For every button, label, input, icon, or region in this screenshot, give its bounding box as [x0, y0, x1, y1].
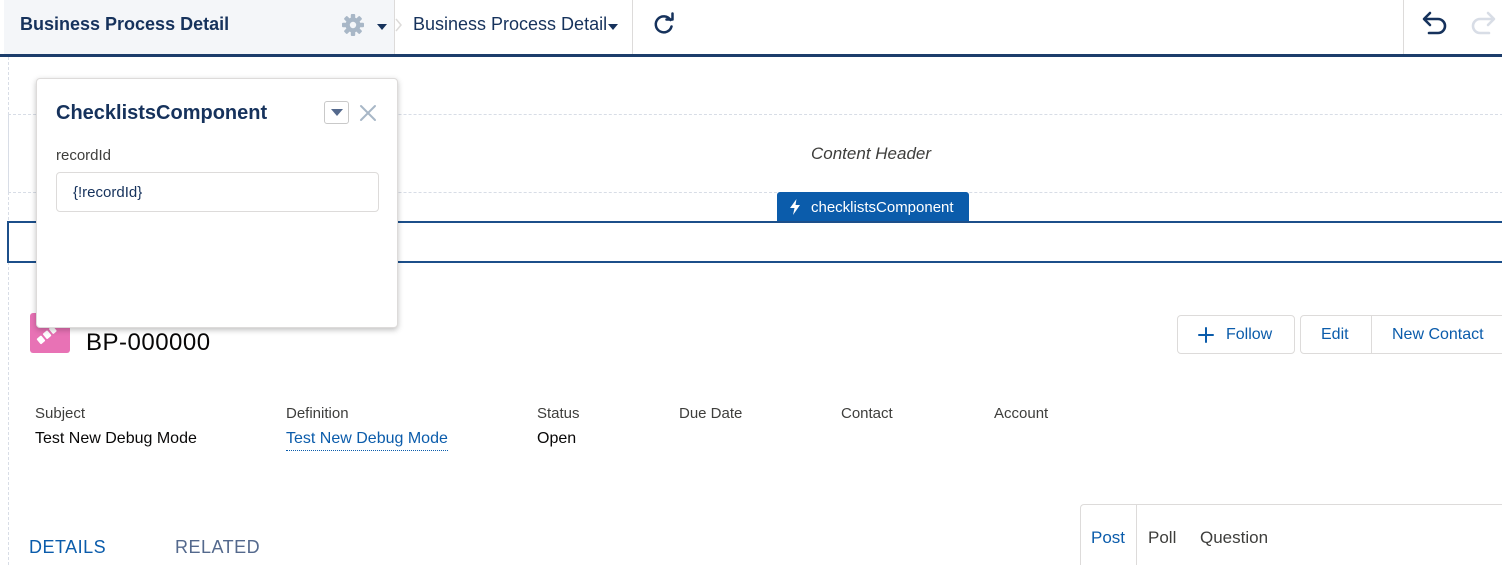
page-title: Business Process Detail: [20, 14, 230, 34]
new-contact-label: New Contact: [1392, 326, 1484, 343]
lightning-bolt-icon: [789, 199, 801, 215]
popover-menu-button[interactable]: [324, 101, 349, 124]
publisher-tab-post[interactable]: Post: [1091, 528, 1125, 548]
close-icon[interactable]: [358, 103, 378, 123]
edit-button[interactable]: Edit: [1300, 315, 1372, 354]
publisher-tab-poll[interactable]: Poll: [1148, 528, 1176, 548]
page-title-section: Business Process Detail: [4, 0, 395, 54]
refresh-icon[interactable]: [652, 11, 676, 37]
follow-button[interactable]: Follow: [1177, 315, 1295, 354]
field-label-subject: Subject: [35, 405, 86, 422]
new-contact-button[interactable]: New Contact: [1371, 315, 1502, 354]
builder-header: Business Process Detail Business Process…: [0, 0, 1502, 57]
divider: [1136, 505, 1137, 565]
caret-down-icon: [331, 109, 343, 116]
undo-icon[interactable]: [1418, 9, 1448, 37]
tab-related[interactable]: RELATED: [175, 537, 260, 558]
tab-details[interactable]: DETAILS: [29, 537, 106, 558]
edit-label: Edit: [1321, 326, 1349, 343]
publisher-panel: [1080, 504, 1502, 565]
gear-icon[interactable]: [338, 12, 368, 38]
plus-icon: [1198, 327, 1214, 343]
component-properties-popover: ChecklistsComponent recordId: [36, 78, 398, 328]
field-value-status: Open: [537, 430, 577, 447]
page-selector[interactable]: Business Process Detail: [413, 14, 607, 35]
record-title: BP-000000: [86, 329, 211, 356]
field-label-contact: Contact: [841, 405, 893, 422]
content-header-label: Content Header: [811, 144, 932, 163]
selected-component-label: checklistsComponent: [811, 199, 954, 216]
selected-component-tab[interactable]: checklistsComponent: [777, 192, 969, 222]
field-value-definition-link[interactable]: Test New Debug Mode: [286, 430, 448, 451]
caret-down-icon[interactable]: [607, 19, 619, 30]
record-id-input[interactable]: [56, 172, 379, 212]
chevron-right-icon: [395, 15, 405, 35]
popover-title: ChecklistsComponent: [56, 102, 268, 124]
caret-down-icon[interactable]: [376, 19, 388, 30]
divider: [1403, 0, 1404, 54]
field-label-status: Status: [537, 405, 580, 422]
redo-icon[interactable]: [1470, 9, 1500, 37]
field-label-definition: Definition: [286, 405, 349, 422]
publisher-tab-question[interactable]: Question: [1200, 528, 1268, 548]
divider: [632, 0, 633, 54]
record-id-label: recordId: [56, 147, 112, 164]
field-label-account: Account: [994, 405, 1049, 422]
field-label-due-date: Due Date: [679, 405, 743, 422]
field-value-subject: Test New Debug Mode: [35, 430, 197, 447]
follow-label: Follow: [1226, 326, 1273, 343]
